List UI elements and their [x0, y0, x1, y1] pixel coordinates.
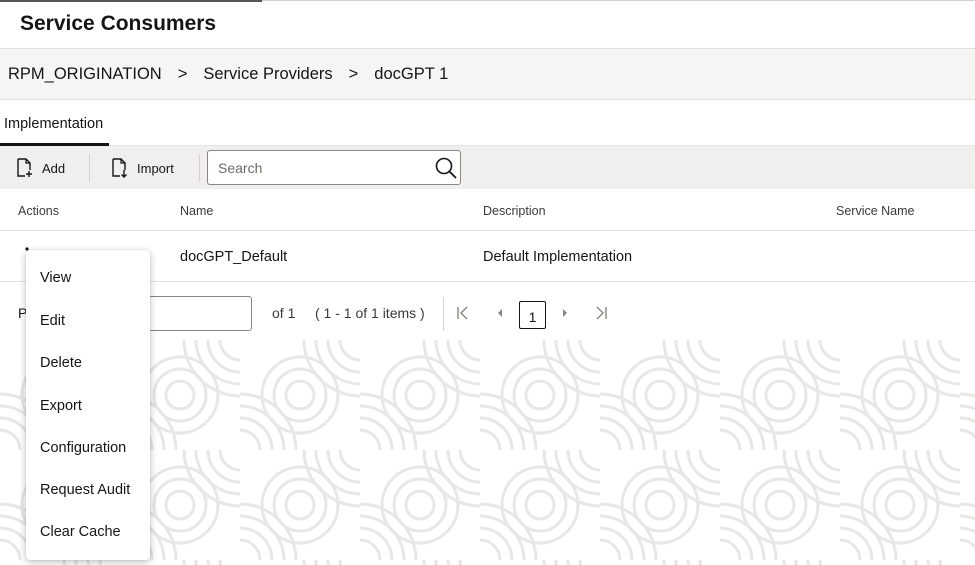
pagination-of-text: of 1 — [272, 305, 296, 321]
menu-item-export[interactable]: Export — [40, 398, 82, 414]
breadcrumb-separator: > — [348, 64, 359, 83]
breadcrumb-item-service-providers[interactable]: Service Providers — [203, 65, 332, 84]
table-cell-description: Default Implementation — [483, 249, 633, 265]
top-accent-line — [0, 0, 262, 2]
menu-item-clear-cache[interactable]: Clear Cache — [40, 524, 121, 540]
pagination-divider — [443, 297, 444, 331]
add-button[interactable]: Add — [16, 155, 65, 181]
import-button-label: Import — [137, 160, 174, 176]
toolbar-divider — [199, 154, 200, 182]
table-header-border — [0, 230, 975, 231]
column-header-actions: Actions — [18, 204, 59, 218]
pagination-range-text: ( 1 - 1 of 1 items ) — [315, 305, 425, 321]
search-icon[interactable] — [434, 156, 458, 180]
column-header-description[interactable]: Description — [483, 204, 546, 218]
add-document-icon — [17, 158, 32, 177]
breadcrumb: RPM_ORIGINATION > Service Providers > do… — [0, 48, 975, 100]
menu-item-delete[interactable]: Delete — [40, 355, 82, 371]
menu-item-configuration[interactable]: Configuration — [40, 440, 126, 456]
add-button-label: Add — [42, 160, 66, 176]
menu-item-request-audit[interactable]: Request Audit — [40, 482, 130, 498]
actions-context-menu: View Edit Delete Export Configuration Re… — [26, 250, 150, 560]
import-button[interactable]: Import — [111, 155, 174, 181]
menu-item-edit[interactable]: Edit — [40, 313, 65, 329]
table-cell-name: docGPT_Default — [180, 249, 288, 265]
last-page-icon[interactable] — [593, 305, 609, 321]
toolbar: Add Import — [0, 146, 975, 189]
breadcrumb-separator: > — [177, 64, 188, 83]
toolbar-divider — [89, 154, 90, 182]
next-page-icon[interactable] — [558, 305, 572, 321]
search-box — [207, 150, 461, 185]
page-title: Service Consumers — [20, 12, 217, 35]
tab-implementation[interactable]: Implementation — [4, 116, 103, 132]
current-page-button[interactable]: 1 — [519, 301, 546, 329]
search-input[interactable] — [218, 159, 433, 177]
first-page-icon[interactable] — [455, 305, 471, 321]
menu-item-view[interactable]: View — [40, 270, 71, 286]
column-header-service-name[interactable]: Service Name — [836, 204, 915, 218]
breadcrumb-item-current: docGPT 1 — [374, 64, 449, 83]
import-document-icon — [112, 158, 127, 178]
column-header-name[interactable]: Name — [180, 204, 213, 218]
previous-page-icon[interactable] — [493, 305, 507, 321]
breadcrumb-item-root[interactable]: RPM_ORIGINATION — [8, 65, 162, 84]
